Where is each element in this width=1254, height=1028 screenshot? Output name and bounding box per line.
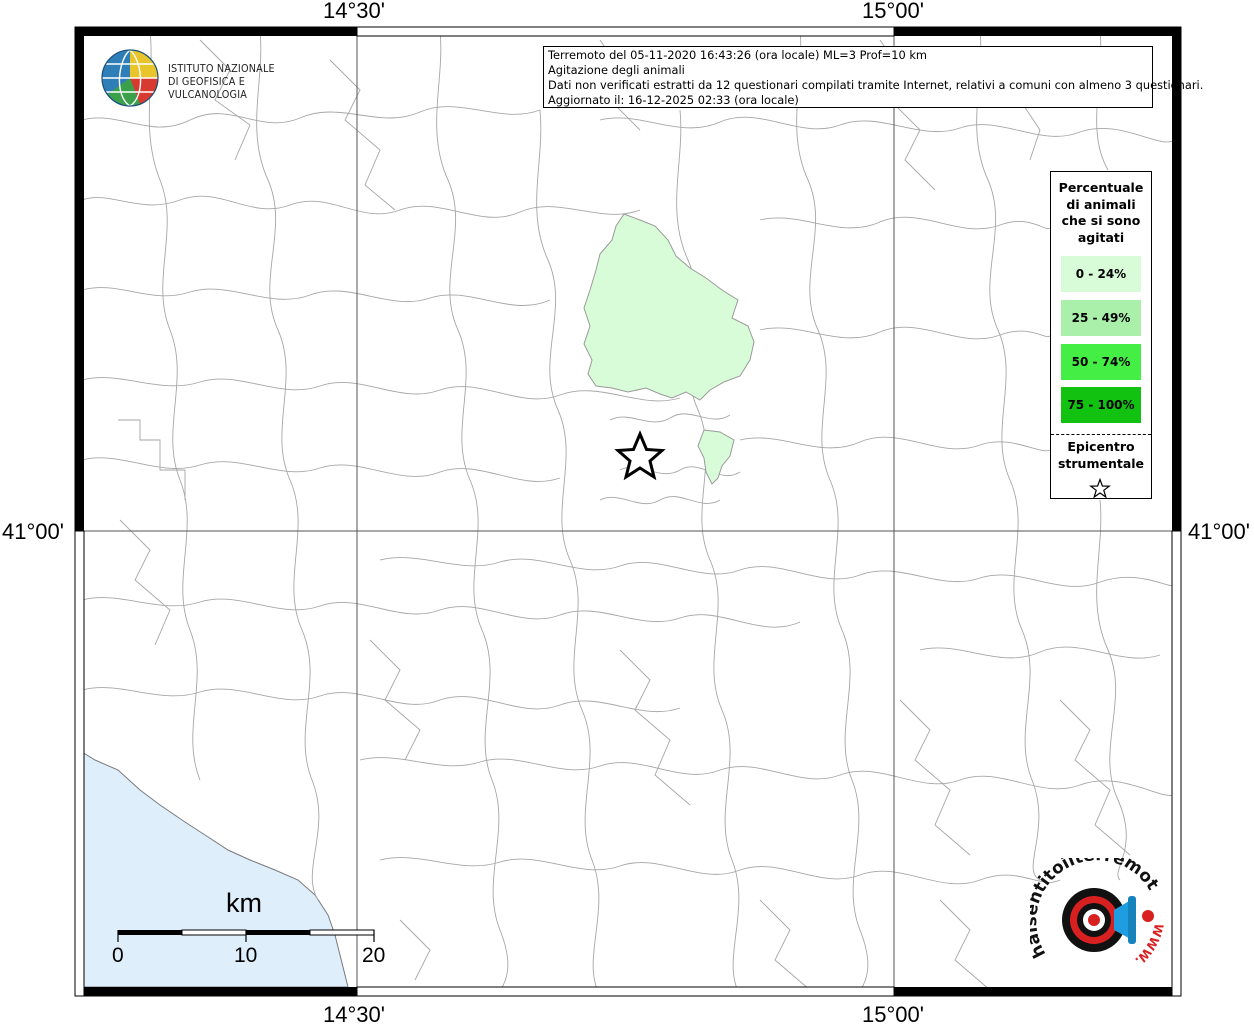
legend-title-line3: che si sono [1061, 213, 1141, 228]
legend-epicenter-line2: strumentale [1057, 455, 1145, 471]
ingv-logo: ISTITUTO NAZIONALE DI GEOFISICA E VULCAN… [100, 48, 340, 110]
event-info-line1: Terremoto del 05-11-2020 16:43:26 (ora l… [548, 48, 928, 62]
ingv-logo-line2: DI GEOFISICA E VULCANOLOGIA [168, 76, 248, 101]
right-latitude-label: 41°00' [1188, 519, 1250, 544]
event-info-line3: Dati non verificati estratti da 12 quest… [548, 78, 1204, 92]
legend-title-line1: Percentuale [1058, 180, 1144, 195]
legend-separator [1051, 434, 1151, 435]
event-info-line4: Aggiornato il: 16-12-2025 02:33 (ora loc… [548, 93, 799, 107]
legend-item-0-24: 0 - 24% [1061, 256, 1141, 292]
bottom-longitude-label-2: 15°00' [862, 1002, 924, 1027]
event-info-line2: Agitazione degli animali [548, 63, 685, 77]
haisentito-logo: haisentitoilterremoto.it WWW. [1030, 858, 1170, 978]
svg-text:haisentitoilterremoto.it: haisentitoilterremoto.it [1030, 858, 1163, 961]
watermark-url-text: WWW. [1132, 922, 1166, 968]
star-outline-icon [1089, 478, 1111, 499]
legend-epicenter-label: Epicentro strumentale [1051, 439, 1151, 472]
scale-tick-0: 0 [112, 944, 124, 967]
ingv-logo-line1: ISTITUTO NAZIONALE [168, 63, 275, 75]
legend-item-25-49: 25 - 49% [1061, 300, 1141, 336]
svg-text:WWW.: WWW. [1132, 922, 1166, 968]
legend-title: Percentuale di animali che si sono agita… [1051, 180, 1151, 246]
top-longitude-label-2: 15°00' [862, 0, 924, 23]
scale-tick-10: 10 [234, 944, 258, 967]
left-latitude-label: 41°00' [2, 519, 64, 544]
legend-epicenter-line1: Epicentro [1067, 439, 1135, 454]
ingv-logo-text: ISTITUTO NAZIONALE DI GEOFISICA E VULCAN… [168, 63, 326, 102]
bottom-longitude-label-1: 14°30' [323, 1002, 385, 1027]
legend-item-75-100: 75 - 100% [1061, 387, 1141, 423]
scale-tick-20: 20 [362, 944, 386, 967]
map-legend: Percentuale di animali che si sono agita… [1050, 171, 1152, 499]
event-info-box: Terremoto del 05-11-2020 16:43:26 (ora l… [543, 46, 1204, 108]
top-longitude-label-1: 14°30' [323, 0, 385, 23]
watermark-text: haisentitoilterremoto.it [1030, 858, 1163, 961]
legend-title-line2: di animali [1066, 196, 1136, 212]
globe-icon [101, 49, 159, 107]
scale-unit-label: km [226, 888, 262, 918]
legend-title-line4: agitati [1077, 229, 1125, 245]
legend-item-50-74: 50 - 74% [1061, 344, 1141, 380]
watermark-arc-text: haisentitoilterremoto.it WWW. [1030, 858, 1166, 968]
